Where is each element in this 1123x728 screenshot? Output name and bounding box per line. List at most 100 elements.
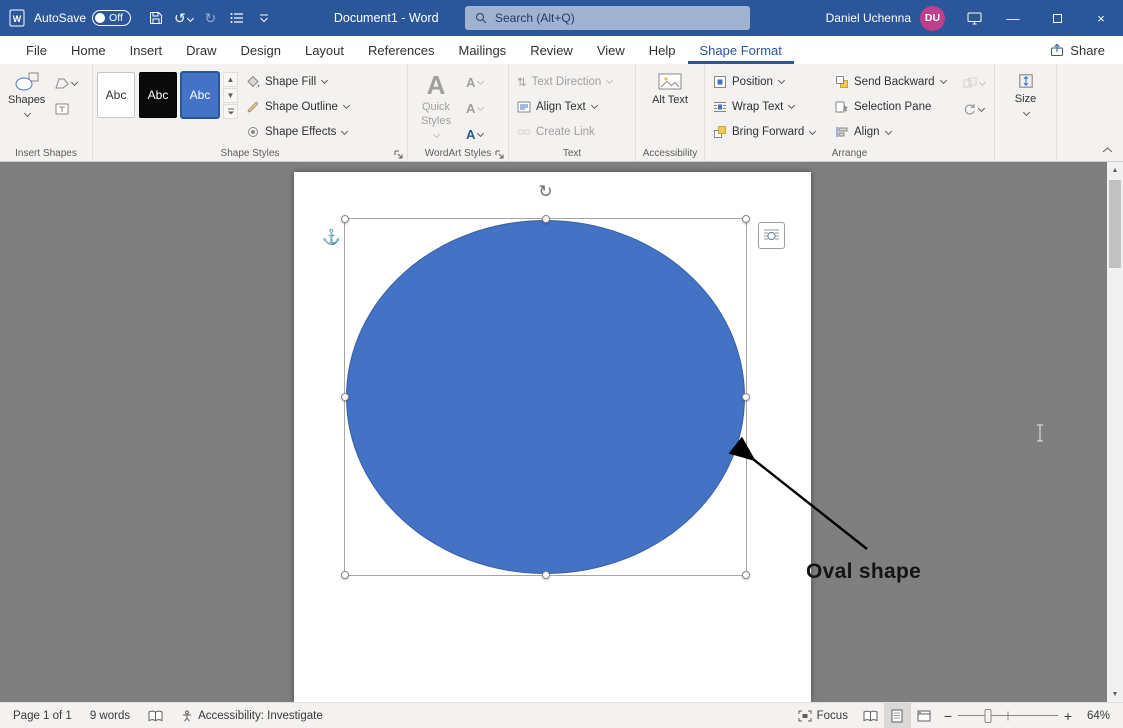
wrap-text-label: Wrap Text <box>732 101 783 113</box>
gallery-down-button[interactable]: ▼ <box>223 88 238 103</box>
tab-layout[interactable]: Layout <box>293 36 356 64</box>
alt-text-button[interactable]: Alt Text <box>646 67 694 145</box>
read-mode-button[interactable] <box>857 703 884 728</box>
tab-design[interactable]: Design <box>229 36 293 64</box>
align-button[interactable]: Align <box>831 120 957 145</box>
group-label-accessibility: Accessibility <box>636 148 704 159</box>
create-link-button[interactable]: Create Link <box>513 120 616 145</box>
tab-view[interactable]: View <box>585 36 637 64</box>
redo-button[interactable]: ↻ <box>197 4 224 32</box>
text-effects-button[interactable]: A <box>464 123 485 145</box>
save-button[interactable] <box>143 4 170 32</box>
ribbon-group-insert-shapes: Shapes Insert Shapes <box>0 64 93 161</box>
zoom-in-button[interactable]: + <box>1058 703 1078 728</box>
zoom-slider[interactable] <box>958 703 1058 728</box>
zoom-slider-thumb[interactable] <box>984 709 991 723</box>
edit-shape-button[interactable] <box>53 72 79 94</box>
selection-handle[interactable] <box>341 571 349 579</box>
user-name[interactable]: Daniel Uchenna <box>826 11 911 25</box>
close-button[interactable]: × <box>1079 0 1123 36</box>
quick-styles-button[interactable]: A Quick Styles <box>412 67 460 145</box>
shape-effects-button[interactable]: Shape Effects <box>242 120 368 145</box>
shape-outline-button[interactable]: Shape Outline <box>242 94 368 119</box>
print-layout-button[interactable] <box>884 703 911 728</box>
statusbar: Page 1 of 1 9 words Accessibility: Inves… <box>0 702 1123 728</box>
quick-access-list-icon[interactable] <box>224 4 251 32</box>
oval-shape[interactable] <box>346 220 745 574</box>
selection-handle[interactable] <box>341 215 349 223</box>
zoom-percentage[interactable]: 64% <box>1078 703 1119 728</box>
text-fill-button[interactable]: A <box>464 72 485 94</box>
autosave-toggle[interactable]: AutoSave Off <box>34 10 131 26</box>
tab-review[interactable]: Review <box>518 36 585 64</box>
monitor-icon[interactable] <box>957 4 991 32</box>
gallery-up-button[interactable]: ▲ <box>223 72 238 87</box>
tab-shape-format[interactable]: Shape Format <box>688 36 794 64</box>
tab-references[interactable]: References <box>356 36 446 64</box>
shape-style-preset-2[interactable]: Abc <box>139 72 177 118</box>
zoom-out-button[interactable]: − <box>938 703 958 728</box>
text-direction-button[interactable]: ⇅ Text Direction <box>513 69 616 94</box>
focus-button[interactable]: Focus <box>789 703 857 728</box>
gallery-more-button[interactable] <box>223 104 238 119</box>
web-layout-icon <box>917 710 931 722</box>
text-menu-column: ⇅ Text Direction Align Text Create Link <box>513 67 616 145</box>
tab-home[interactable]: Home <box>59 36 118 64</box>
layout-options-button[interactable] <box>758 222 785 249</box>
undo-button[interactable]: ↺ <box>170 4 197 32</box>
autosave-state: Off <box>109 12 123 24</box>
shapes-button[interactable]: Shapes <box>4 67 49 145</box>
tab-draw[interactable]: Draw <box>174 36 228 64</box>
search-input[interactable]: Search (Alt+Q) <box>465 6 750 30</box>
position-button[interactable]: Position <box>709 69 827 94</box>
vertical-scrollbar[interactable]: ▲ ▼ <box>1107 162 1123 702</box>
autosave-switch[interactable]: Off <box>92 10 131 26</box>
size-button[interactable]: Size <box>1011 67 1040 145</box>
tab-insert[interactable]: Insert <box>118 36 175 64</box>
tab-file[interactable]: File <box>14 36 59 64</box>
shape-style-preset-3[interactable]: Abc <box>181 72 219 118</box>
shape-style-preset-1[interactable]: Abc <box>97 72 135 118</box>
selection-handle[interactable] <box>742 393 750 401</box>
avatar[interactable]: DU <box>920 6 945 31</box>
word-count-status[interactable]: 9 words <box>81 703 139 728</box>
group-label-shape-styles: Shape Styles <box>93 148 407 159</box>
size-label: Size <box>1015 93 1036 107</box>
selection-handle[interactable] <box>742 215 750 223</box>
bring-forward-button[interactable]: Bring Forward <box>709 120 827 145</box>
share-button[interactable]: Share <box>1032 36 1123 64</box>
text-outline-button[interactable]: A <box>464 98 485 120</box>
tab-mailings[interactable]: Mailings <box>447 36 519 64</box>
accessibility-status[interactable]: Accessibility: Investigate <box>172 703 332 728</box>
selection-handle[interactable] <box>542 215 550 223</box>
minimize-button[interactable]: — <box>991 0 1035 36</box>
selection-pane-button[interactable]: Selection Pane <box>831 94 957 119</box>
proofing-status-icon[interactable] <box>139 703 172 728</box>
page-count-status[interactable]: Page 1 of 1 <box>4 703 81 728</box>
collapse-ribbon-button[interactable] <box>1102 142 1113 156</box>
web-layout-button[interactable] <box>911 703 938 728</box>
maximize-button[interactable] <box>1035 0 1079 36</box>
group-objects-button[interactable] <box>961 72 987 94</box>
alt-text-icon <box>658 72 682 91</box>
selection-handle[interactable] <box>341 393 349 401</box>
annotation-label: Oval shape <box>806 560 921 584</box>
selection-handle[interactable] <box>542 571 550 579</box>
align-text-button[interactable]: Align Text <box>513 94 616 119</box>
scroll-down-button[interactable]: ▼ <box>1107 686 1123 702</box>
focus-label: Focus <box>817 710 848 722</box>
scroll-up-button[interactable]: ▲ <box>1107 162 1123 178</box>
toolbar-options-button[interactable] <box>251 4 278 32</box>
scroll-thumb[interactable] <box>1109 180 1121 268</box>
shape-fill-button[interactable]: Shape Fill <box>242 69 368 94</box>
selection-handle[interactable] <box>742 571 750 579</box>
send-backward-button[interactable]: Send Backward <box>831 69 957 94</box>
text-box-button[interactable] <box>53 98 79 120</box>
arrange-column-2: Send Backward Selection Pane Align <box>831 67 957 145</box>
word-logo-icon[interactable]: W <box>0 8 34 28</box>
page[interactable]: ↻ ⚓ Oval shape <box>294 172 811 702</box>
wrap-text-button[interactable]: Wrap Text <box>709 94 827 119</box>
tab-help[interactable]: Help <box>637 36 688 64</box>
rotate-handle[interactable]: ↻ <box>538 183 552 200</box>
rotate-objects-button[interactable] <box>961 98 987 120</box>
